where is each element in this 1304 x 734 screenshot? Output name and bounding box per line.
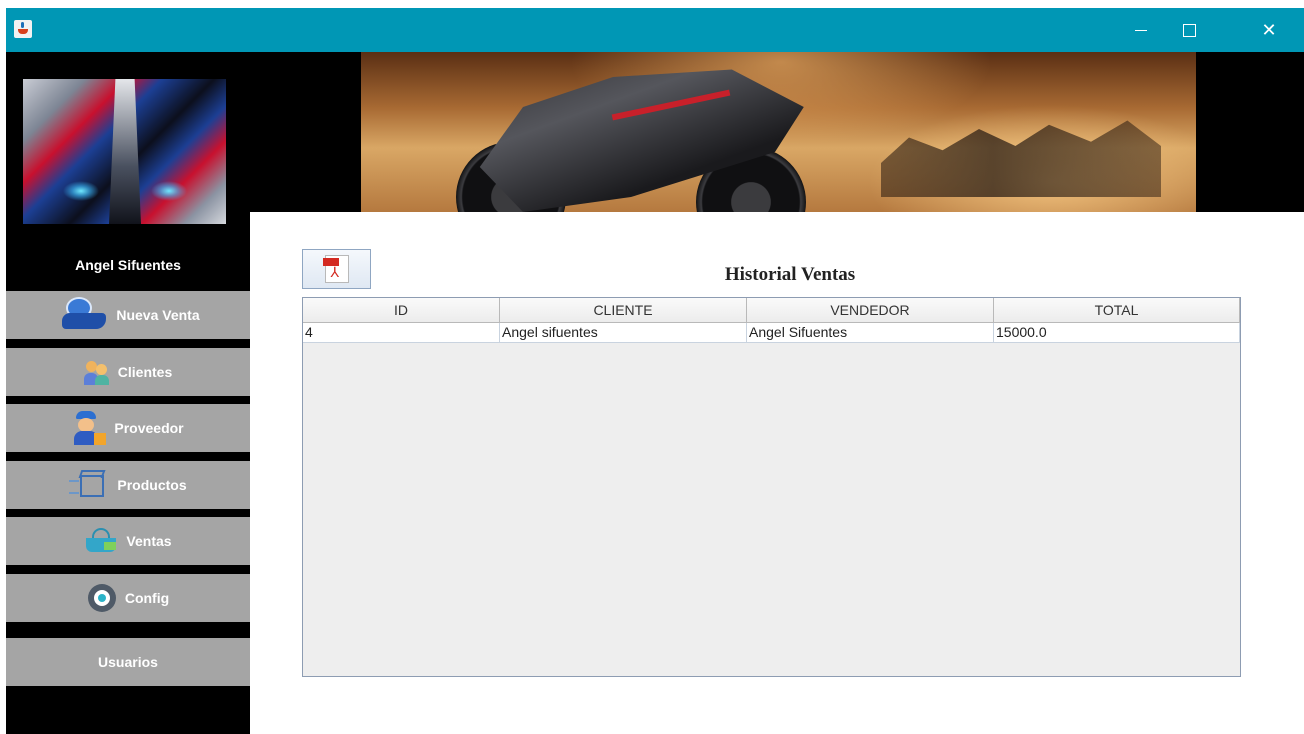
cell-id[interactable]: 4 xyxy=(303,323,500,342)
column-header-cliente[interactable]: CLIENTE xyxy=(500,298,747,323)
nav-item-label: Clientes xyxy=(117,364,173,380)
nav-item-label: Nueva Venta xyxy=(116,307,200,323)
column-header-id[interactable]: ID xyxy=(303,298,500,323)
maximize-button[interactable] xyxy=(1166,8,1212,52)
box-icon xyxy=(69,470,109,500)
close-button[interactable]: ✕ xyxy=(1246,8,1292,52)
column-header-total[interactable]: TOTAL xyxy=(994,298,1240,323)
sidebar: Angel Sifuentes Nueva Venta Clientes Pro… xyxy=(6,52,250,734)
page-title: Historial Ventas xyxy=(724,264,856,285)
nav-config-button[interactable]: Config xyxy=(6,574,250,622)
nav-item-label: Usuarios xyxy=(98,654,158,670)
clients-icon xyxy=(83,359,110,385)
app-window: ✕ Angel Sifuentes Nueva Venta Clientes P… xyxy=(6,8,1304,734)
cell-vendedor[interactable]: Angel Sifuentes xyxy=(747,323,994,342)
close-icon: ✕ xyxy=(1261,19,1277,41)
nav-item-label: Productos xyxy=(117,477,187,493)
header-banner-image xyxy=(361,52,1196,212)
nav-nueva-venta-button[interactable]: Nueva Venta xyxy=(6,291,250,339)
basket-icon xyxy=(84,528,118,554)
nav-usuarios-button[interactable]: Usuarios xyxy=(6,638,250,686)
column-header-vendedor[interactable]: VENDEDOR xyxy=(747,298,994,323)
sale-hand-coin-icon xyxy=(56,295,108,335)
cell-total[interactable]: 15000.0 xyxy=(994,323,1240,342)
nav-item-label: Config xyxy=(124,590,170,606)
export-pdf-button[interactable]: ⅄ xyxy=(302,249,371,289)
nav-productos-button[interactable]: Productos xyxy=(6,461,250,509)
minimize-icon xyxy=(1135,29,1147,31)
nav-ventas-button[interactable]: Ventas xyxy=(6,517,250,565)
nav-item-label: Ventas xyxy=(126,533,172,549)
nav-proveedor-button[interactable]: Proveedor xyxy=(6,404,250,452)
java-app-icon xyxy=(14,20,32,38)
table-header: ID CLIENTE VENDEDOR TOTAL xyxy=(303,298,1240,323)
sales-history-table[interactable]: ID CLIENTE VENDEDOR TOTAL 4 Angel sifuen… xyxy=(302,297,1241,677)
main-content: ⅄ Historial Ventas ID CLIENTE VENDEDOR T… xyxy=(250,212,1304,734)
title-bar: ✕ xyxy=(6,8,1304,52)
avatar xyxy=(23,79,226,224)
nav-clientes-button[interactable]: Clientes xyxy=(6,348,250,396)
nav-item-label: Proveedor xyxy=(114,420,184,436)
maximize-icon xyxy=(1182,23,1196,37)
cell-cliente[interactable]: Angel sifuentes xyxy=(500,323,747,342)
gear-icon xyxy=(87,583,117,613)
minimize-button[interactable] xyxy=(1118,8,1164,52)
table-row[interactable]: 4 Angel sifuentes Angel Sifuentes 15000.… xyxy=(303,323,1240,343)
pdf-icon: ⅄ xyxy=(322,255,349,283)
user-name: Angel Sifuentes xyxy=(75,257,181,273)
supplier-icon xyxy=(72,411,107,445)
